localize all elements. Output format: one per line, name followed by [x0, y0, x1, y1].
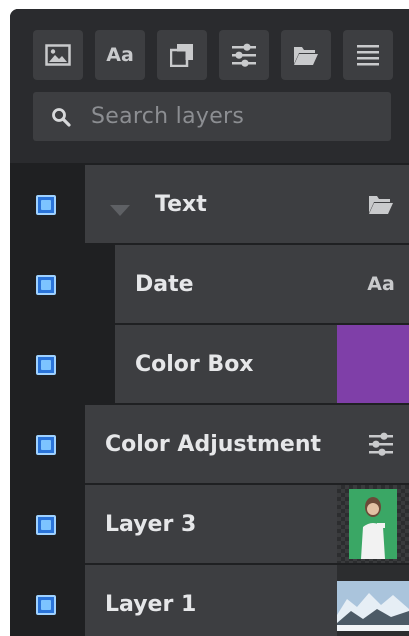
layer-visibility-checkbox[interactable] — [36, 595, 56, 615]
layer-row-date[interactable]: Date Aa — [115, 245, 409, 323]
layer-label: Text — [155, 191, 207, 217]
layer-row-layer-3[interactable]: Layer 3 — [85, 485, 409, 563]
mountain-thumbnail — [337, 565, 409, 636]
duplicate-layer-button[interactable] — [157, 30, 207, 80]
search-placeholder: Search layers — [91, 104, 245, 129]
layer-row-color-adjustment[interactable]: Color Adjustment — [85, 405, 409, 483]
folder-icon — [291, 40, 321, 70]
layer-visibility-checkbox[interactable] — [36, 355, 56, 375]
add-group-button[interactable] — [281, 30, 331, 80]
layer-label: Layer 1 — [105, 591, 197, 617]
layer-visibility-checkbox[interactable] — [36, 435, 56, 455]
color-swatch — [337, 325, 409, 403]
layers-panel: Aa Search layers Text Date Aa Color Box … — [10, 9, 409, 636]
menu-icon — [353, 40, 383, 70]
layers-toolbar: Aa Search layers — [10, 9, 409, 163]
image-icon — [43, 40, 73, 70]
search-icon — [51, 107, 71, 127]
layer-label: Color Box — [135, 351, 254, 377]
layer-visibility-checkbox[interactable] — [36, 515, 56, 535]
green-screen-thumbnail — [337, 485, 409, 563]
layer-row-text[interactable]: Text — [85, 165, 409, 243]
folder-icon — [353, 165, 409, 243]
add-image-button[interactable] — [33, 30, 83, 80]
layer-visibility-checkbox[interactable] — [36, 195, 56, 215]
text-layer-icon: Aa — [367, 273, 395, 295]
add-adjustment-button[interactable] — [219, 30, 269, 80]
search-input[interactable]: Search layers — [33, 92, 391, 141]
layer-row-layer-1[interactable]: Layer 1 — [85, 565, 409, 636]
layer-label: Color Adjustment — [105, 431, 322, 457]
layer-label: Layer 3 — [105, 511, 197, 537]
layer-label: Date — [135, 271, 194, 297]
add-text-button[interactable]: Aa — [95, 30, 145, 80]
collapse-arrow-icon[interactable] — [110, 198, 130, 223]
text-icon: Aa — [106, 44, 134, 66]
layer-visibility-checkbox[interactable] — [36, 275, 56, 295]
sliders-icon — [353, 405, 409, 483]
layer-row-color-box[interactable]: Color Box — [115, 325, 409, 403]
layer-menu-button[interactable] — [343, 30, 393, 80]
sliders-icon — [229, 40, 259, 70]
duplicate-icon — [167, 40, 197, 70]
